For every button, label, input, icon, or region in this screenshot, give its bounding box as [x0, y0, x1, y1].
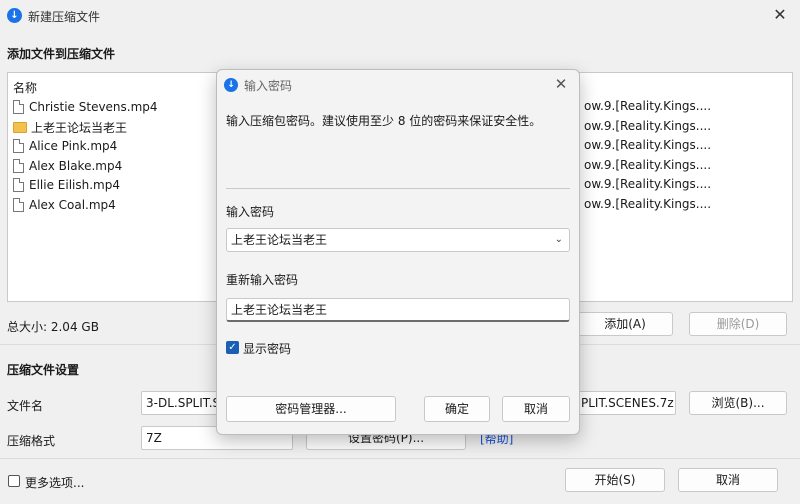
column-header-name[interactable]: 名称 — [13, 79, 37, 96]
app-logo-icon: ↓ — [7, 8, 22, 23]
format-label: 压缩格式 — [7, 434, 56, 448]
file-path: ow.9.[Reality.Kings.... — [584, 138, 712, 152]
file-path: ow.9.[Reality.Kings.... — [584, 177, 712, 191]
add-button[interactable]: 添加(A) — [577, 312, 673, 336]
file-path: ow.9.[Reality.Kings.... — [584, 158, 712, 172]
password-input[interactable]: 上老王论坛当老王 ⌄ — [226, 228, 570, 252]
file-name: Alex Blake.mp4 — [29, 159, 123, 173]
file-name: Alex Coal.mp4 — [29, 198, 116, 212]
dialog-cancel-button[interactable]: 取消 — [502, 396, 570, 422]
file-icon — [13, 159, 24, 173]
file-name: 上老王论坛当老王 — [31, 120, 128, 135]
file-icon — [13, 198, 24, 212]
file-path: ow.9.[Reality.Kings.... — [584, 119, 712, 133]
list-item[interactable]: Alex Coal.mp4 — [13, 195, 223, 215]
footer-divider — [0, 458, 800, 459]
list-item[interactable]: Alex Blake.mp4 — [13, 156, 223, 176]
settings-section-title: 压缩文件设置 — [7, 363, 80, 377]
files-section-title: 添加文件到压缩文件 — [7, 47, 116, 61]
dialog-logo-icon: ↓ — [224, 78, 238, 92]
dialog-description: 输入压缩包密码。建议使用至少 8 位的密码来保证安全性。 — [226, 114, 542, 128]
filename-input-tail[interactable]: PLIT.SCENES.7z — [576, 391, 676, 415]
dialog-close-icon[interactable]: ✕ — [551, 74, 571, 94]
remove-button[interactable]: 删除(D) — [689, 312, 787, 336]
more-options-label: 更多选项... — [25, 476, 85, 490]
password-dialog: ↓ 输入密码 ✕ 输入压缩包密码。建议使用至少 8 位的密码来保证安全性。 输入… — [216, 69, 580, 435]
show-password-label: 显示密码 — [243, 342, 292, 356]
show-password-checkbox[interactable]: ✓ — [226, 341, 239, 354]
password-manager-button[interactable]: 密码管理器... — [226, 396, 396, 422]
cancel-button[interactable]: 取消 — [678, 468, 778, 492]
file-icon — [13, 139, 24, 153]
file-name: Ellie Eilish.mp4 — [29, 178, 120, 192]
dialog-separator — [226, 188, 570, 189]
password-value: 上老王论坛当老王 — [231, 233, 328, 247]
filename-input[interactable]: 3-DL.SPLIT.S — [141, 391, 221, 415]
window-close-icon[interactable]: ✕ — [770, 5, 790, 25]
password-label: 输入密码 — [226, 205, 275, 219]
folder-icon — [13, 121, 27, 133]
list-item[interactable]: 上老王论坛当老王 — [13, 117, 223, 137]
file-icon — [13, 100, 24, 114]
list-item[interactable]: Christie Stevens.mp4 — [13, 97, 223, 117]
file-icon — [13, 178, 24, 192]
browse-button[interactable]: 浏览(B)... — [689, 391, 787, 415]
window-title: 新建压缩文件 — [28, 10, 101, 24]
filename-label: 文件名 — [7, 399, 44, 413]
file-path: ow.9.[Reality.Kings.... — [584, 197, 712, 211]
ok-button[interactable]: 确定 — [424, 396, 490, 422]
file-path: ow.9.[Reality.Kings.... — [584, 99, 712, 113]
chevron-down-icon[interactable]: ⌄ — [555, 229, 563, 251]
list-item[interactable]: Alice Pink.mp4 — [13, 136, 223, 156]
list-item[interactable]: Ellie Eilish.mp4 — [13, 175, 223, 195]
reenter-password-input[interactable]: 上老王论坛当老王 — [226, 298, 570, 322]
start-button[interactable]: 开始(S) — [565, 468, 665, 492]
file-name: Alice Pink.mp4 — [29, 139, 118, 153]
file-name: Christie Stevens.mp4 — [29, 100, 158, 114]
title-bar: ↓ 新建压缩文件 ✕ — [0, 0, 800, 32]
more-options-checkbox[interactable] — [8, 475, 20, 487]
dialog-title: 输入密码 — [244, 79, 293, 93]
reenter-password-label: 重新输入密码 — [226, 273, 299, 287]
total-size: 总大小: 2.04 GB — [7, 320, 99, 334]
